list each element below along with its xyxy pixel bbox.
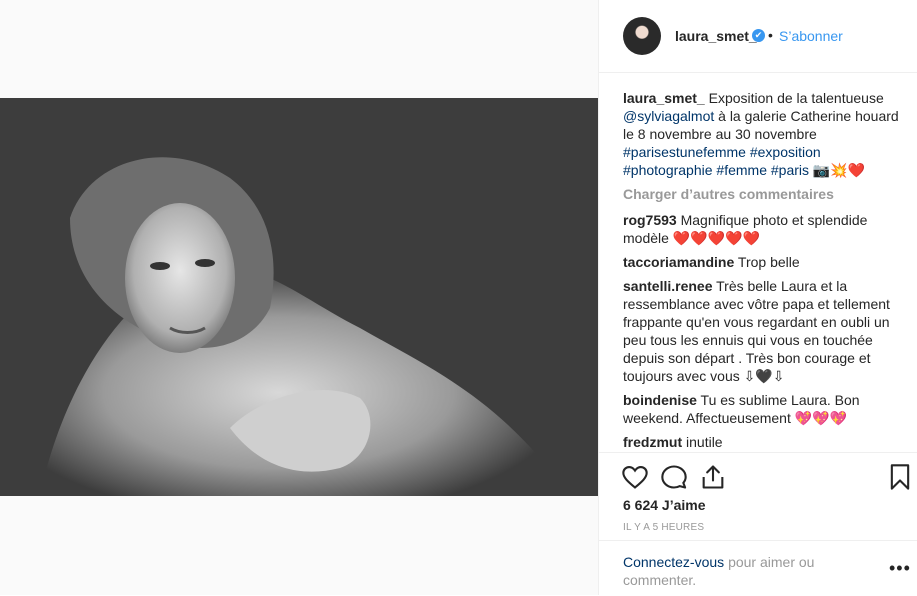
login-link[interactable]: Connectez-vous [623, 554, 724, 570]
comment-username[interactable]: rog7593 [623, 212, 677, 228]
caption-emoji: 📷💥❤️ [812, 162, 866, 178]
comment-item: rog7593 Magnifique photo et splendide mo… [623, 211, 903, 247]
login-footer: Connectez-vous pour aimer ou commenter. … [599, 540, 917, 596]
verified-badge-icon: ✔ [752, 29, 765, 42]
avatar[interactable] [623, 17, 661, 55]
separator-dot: • [768, 27, 773, 43]
comment-username[interactable]: fredzmut [623, 434, 682, 450]
comment-item: fredzmut inutile [623, 433, 903, 451]
comment-emoji: ⇩🖤⇩ [743, 368, 785, 384]
comment-item: taccoriamandine Trop belle [623, 253, 903, 271]
comment-item: santelli.renee Très belle Laura et la re… [623, 277, 903, 385]
comment-emoji: ❤️❤️❤️❤️❤️ [672, 230, 760, 246]
username-link[interactable]: laura_smet_ [675, 28, 757, 44]
comment-text: Trop belle [737, 254, 800, 270]
caption-text-1: Exposition de la talentueuse [708, 90, 884, 106]
more-options-icon[interactable]: ••• [889, 559, 911, 577]
post-header: laura_smet_ ✔ • S’abonner [599, 0, 917, 73]
comment-username[interactable]: santelli.renee [623, 278, 713, 294]
login-prompt: Connectez-vous pour aimer ou commenter. [623, 553, 853, 589]
post-side-panel: laura_smet_ ✔ • S’abonner laura_smet_ Ex… [598, 0, 917, 595]
photo-graphic [0, 98, 598, 496]
follow-button[interactable]: S’abonner [779, 28, 843, 44]
media-area [0, 0, 598, 595]
comment-emoji: 💖💖💖 [794, 410, 848, 426]
comment-item: boindenise Tu es sublime Laura. Bon week… [623, 391, 903, 427]
comments-list: laura_smet_ Exposition de la talentueuse… [623, 89, 903, 457]
comment-username[interactable]: boindenise [623, 392, 697, 408]
post-view: laura_smet_ ✔ • S’abonner laura_smet_ Ex… [0, 0, 917, 595]
bookmark-icon[interactable] [886, 463, 914, 491]
share-icon[interactable] [699, 463, 727, 491]
comment-text: inutile [686, 434, 723, 450]
load-more-comments[interactable]: Charger d’autres commentaires [623, 185, 903, 203]
action-bar [599, 452, 917, 501]
post-photo[interactable] [0, 98, 598, 496]
caption-username[interactable]: laura_smet_ [623, 90, 705, 106]
caption-hashtags[interactable]: #parisestunefemme #exposition #photograp… [623, 144, 821, 178]
caption: laura_smet_ Exposition de la talentueuse… [623, 89, 903, 179]
post-timestamp[interactable]: IL Y A 5 HEURES [623, 522, 704, 533]
comment-username[interactable]: taccoriamandine [623, 254, 734, 270]
caption-mention[interactable]: @sylviagalmot [623, 108, 714, 124]
comment-icon[interactable] [660, 463, 688, 491]
heart-icon[interactable] [621, 463, 649, 491]
like-count[interactable]: 6 624 J’aime [623, 497, 706, 513]
